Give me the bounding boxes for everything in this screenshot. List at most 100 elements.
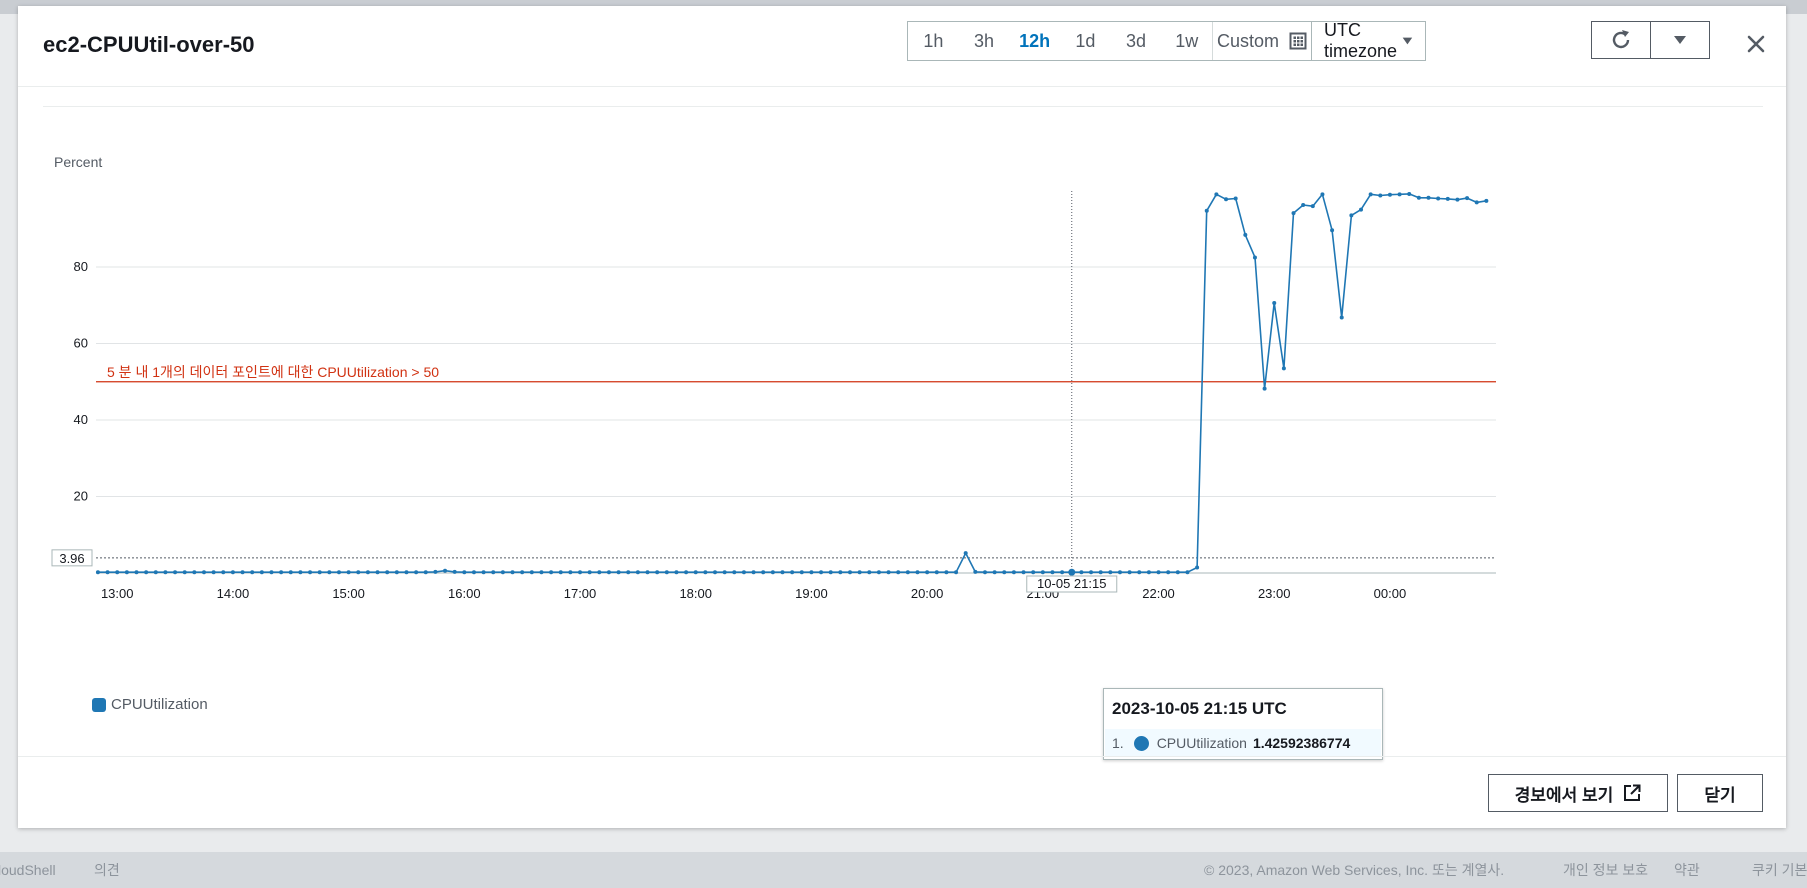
data-point <box>799 570 804 575</box>
data-point <box>886 570 891 575</box>
data-point <box>1378 193 1383 198</box>
close-icon[interactable] <box>1744 32 1768 56</box>
data-point <box>693 570 698 575</box>
data-point <box>134 570 139 575</box>
data-point <box>867 570 872 575</box>
calendar-icon <box>1289 32 1307 50</box>
footer-cloudshell-link[interactable]: loudShell <box>0 862 56 878</box>
modal-header: ec2-CPUUtil-over-50 1h 3h 12h 1d 3d 1w C… <box>18 6 1786 87</box>
data-point <box>539 570 544 575</box>
range-3d-button[interactable]: 3d <box>1111 22 1162 60</box>
data-point <box>1301 203 1306 208</box>
footer-feedback-link[interactable]: 의견 <box>94 860 120 880</box>
data-point <box>230 570 235 575</box>
data-point <box>1108 570 1113 575</box>
data-point <box>819 570 824 575</box>
data-point <box>221 570 226 575</box>
data-point <box>182 570 187 575</box>
data-point <box>259 570 264 575</box>
series-line <box>97 193 1487 574</box>
data-point <box>616 570 621 575</box>
x-tick-label: 15:00 <box>332 586 365 601</box>
data-point <box>1166 570 1171 575</box>
data-point <box>173 570 178 575</box>
legend-label[interactable]: CPUUtilization <box>111 696 208 713</box>
range-1h-button[interactable]: 1h <box>908 22 959 60</box>
data-point <box>520 570 525 575</box>
data-point <box>963 551 968 556</box>
data-point <box>375 570 380 575</box>
data-point <box>597 570 602 575</box>
footer-copyright: © 2023, Amazon Web Services, Inc. 또는 계열사… <box>1204 862 1505 878</box>
modal-title: ec2-CPUUtil-over-50 <box>43 32 255 57</box>
range-1d-button[interactable]: 1d <box>1060 22 1111 60</box>
y-tick-label: 40 <box>74 412 88 427</box>
data-point <box>684 570 689 575</box>
data-point <box>404 570 409 575</box>
data-point <box>95 570 100 575</box>
footer-cookie-link[interactable]: 쿠키 기본 <box>1752 860 1807 880</box>
caret-down-icon <box>1674 36 1686 44</box>
footer-privacy-link[interactable]: 개인 정보 보호 <box>1563 860 1648 880</box>
hover-time-label: 10-05 21:15 <box>1037 576 1106 591</box>
tooltip-index: 1. <box>1112 735 1124 751</box>
data-point <box>1137 570 1142 575</box>
data-point <box>1465 196 1470 201</box>
data-point <box>1252 255 1257 260</box>
close-button[interactable]: 닫기 <box>1677 774 1763 812</box>
data-point <box>1368 192 1373 197</box>
data-point <box>809 570 814 575</box>
custom-range-label: Custom <box>1216 30 1279 51</box>
data-point <box>713 570 718 575</box>
data-point <box>365 570 370 575</box>
data-point <box>1397 192 1402 197</box>
caret-down-icon <box>1402 37 1413 45</box>
y-tick-label: 60 <box>74 336 88 351</box>
data-point <box>1436 196 1441 201</box>
data-point <box>471 570 476 575</box>
data-point <box>587 570 592 575</box>
datapoint-tooltip: 2023-10-05 21:15 UTC 1. CPUUtilization 1… <box>1103 688 1383 760</box>
range-1w-button[interactable]: 1w <box>1161 22 1212 60</box>
data-point <box>703 570 708 575</box>
view-in-alarms-label: 경보에서 보기 <box>1514 785 1614 805</box>
data-point <box>201 570 206 575</box>
data-point <box>1262 386 1267 391</box>
timezone-select[interactable]: UTC timezone <box>1310 20 1425 61</box>
x-tick-label: 17:00 <box>564 586 597 601</box>
data-point <box>761 570 766 575</box>
data-point <box>1060 570 1065 575</box>
data-point <box>1474 200 1479 205</box>
data-point <box>847 570 852 575</box>
data-point <box>1281 366 1286 371</box>
data-point <box>192 570 197 575</box>
data-point <box>491 570 496 575</box>
data-point <box>578 570 583 575</box>
data-point <box>1233 196 1238 201</box>
data-point <box>1068 568 1076 576</box>
tooltip-series-name: CPUUtilization <box>1156 735 1247 751</box>
custom-range-button[interactable]: Custom <box>1212 22 1311 60</box>
data-point <box>115 570 120 575</box>
refresh-button[interactable] <box>1591 21 1651 59</box>
data-point <box>327 570 332 575</box>
data-point <box>529 570 534 575</box>
range-12h-button[interactable]: 12h <box>1009 22 1060 60</box>
data-point <box>1098 570 1103 575</box>
data-point <box>1416 195 1421 200</box>
footer-terms-link[interactable]: 약관 <box>1674 860 1700 880</box>
data-point <box>298 570 303 575</box>
data-point <box>124 570 129 575</box>
data-point <box>722 570 727 575</box>
data-point <box>279 570 284 575</box>
data-point <box>1156 570 1161 575</box>
data-point <box>1320 192 1325 197</box>
view-in-alarms-button[interactable]: 경보에서 보기 <box>1488 774 1668 812</box>
refresh-options-button[interactable] <box>1650 21 1710 59</box>
range-3h-button[interactable]: 3h <box>959 22 1010 60</box>
data-point <box>394 570 399 575</box>
data-point <box>105 570 110 575</box>
data-point <box>269 570 274 575</box>
y-axis-label: Percent <box>54 154 102 170</box>
data-point <box>1359 207 1364 212</box>
